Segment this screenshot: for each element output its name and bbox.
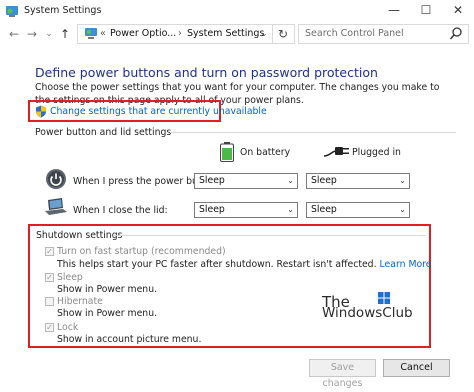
breadcrumb-separator: › [178, 28, 182, 39]
up-icon[interactable]: ↑ [57, 26, 73, 42]
chevron-down-icon: ⌄ [399, 176, 406, 185]
window-title: System Settings [24, 5, 102, 16]
hibernate-checkbox[interactable] [45, 297, 54, 306]
sleep-checkbox[interactable]: ✓ [45, 273, 54, 282]
control-panel-icon [6, 6, 18, 17]
page-title: Define power buttons and turn on passwor… [35, 65, 378, 80]
lid-battery-select[interactable]: Sleep ⌄ [194, 202, 298, 218]
back-icon[interactable]: ← [6, 26, 22, 42]
search-icon[interactable] [449, 26, 463, 41]
option-label-fast-startup: Turn on fast startup (recommended) [57, 246, 226, 257]
minimize-button[interactable]: — [378, 0, 410, 22]
row-label-close-lid: When I close the lid: [73, 205, 168, 216]
breadcrumb-system-settings[interactable]: System Settings [187, 28, 264, 39]
power-button-battery-select[interactable]: Sleep ⌄ [194, 173, 298, 189]
save-changes-button[interactable]: Save changes [309, 359, 376, 389]
watermark-logo-icon [378, 292, 390, 304]
uac-shield-icon [36, 105, 46, 118]
power-button-icon [46, 169, 66, 189]
column-header-plugged: Plugged in [352, 147, 401, 158]
section-divider [114, 235, 426, 236]
chevron-down-icon: ⌄ [287, 176, 294, 185]
option-desc-fast-startup: This helps start your PC faster after sh… [57, 259, 432, 270]
column-header-battery: On battery [240, 147, 291, 158]
learn-more-link[interactable]: Learn More [380, 259, 432, 270]
option-desc-hibernate: Show in Power menu. [57, 308, 158, 319]
plug-icon [323, 147, 349, 157]
close-button[interactable]: ✕ [442, 0, 474, 22]
option-label-hibernate: Hibernate [57, 296, 103, 307]
watermark-line2: WindowsClub [322, 305, 413, 321]
breadcrumb-prefix: « [100, 28, 106, 39]
lid-plugged-select[interactable]: Sleep ⌄ [306, 202, 410, 218]
search-input[interactable]: Search Control Panel [305, 28, 404, 39]
control-panel-icon [85, 28, 97, 39]
section-title-shutdown: Shutdown settings [36, 230, 123, 241]
option-desc-lock: Show in account picture menu. [57, 334, 202, 345]
battery-icon [220, 142, 234, 162]
option-label-lock: Lock [57, 322, 79, 333]
change-settings-link[interactable]: Change settings that are currently unava… [50, 106, 267, 117]
breadcrumb-power-options[interactable]: Power Optio... [110, 28, 176, 39]
cancel-button[interactable]: Cancel [383, 359, 450, 377]
laptop-lid-icon [45, 198, 67, 215]
fast-startup-checkbox[interactable]: ✓ [45, 247, 54, 256]
address-dropdown-icon[interactable]: ⌄ [257, 26, 271, 42]
maximize-button[interactable]: ☐ [410, 0, 442, 22]
refresh-icon[interactable]: ↻ [272, 25, 293, 43]
option-desc-sleep: Show in Power menu. [57, 284, 158, 295]
section-divider [170, 132, 456, 133]
chevron-down-icon: ⌄ [399, 205, 406, 214]
chevron-down-icon: ⌄ [287, 205, 294, 214]
recent-locations-icon[interactable]: ⌄ [41, 26, 57, 42]
section-title-power: Power button and lid settings [35, 127, 172, 138]
power-button-plugged-select[interactable]: Sleep ⌄ [306, 173, 410, 189]
lock-checkbox[interactable]: ✓ [45, 323, 54, 332]
forward-icon[interactable]: → [24, 26, 40, 42]
option-label-sleep: Sleep [57, 272, 83, 283]
